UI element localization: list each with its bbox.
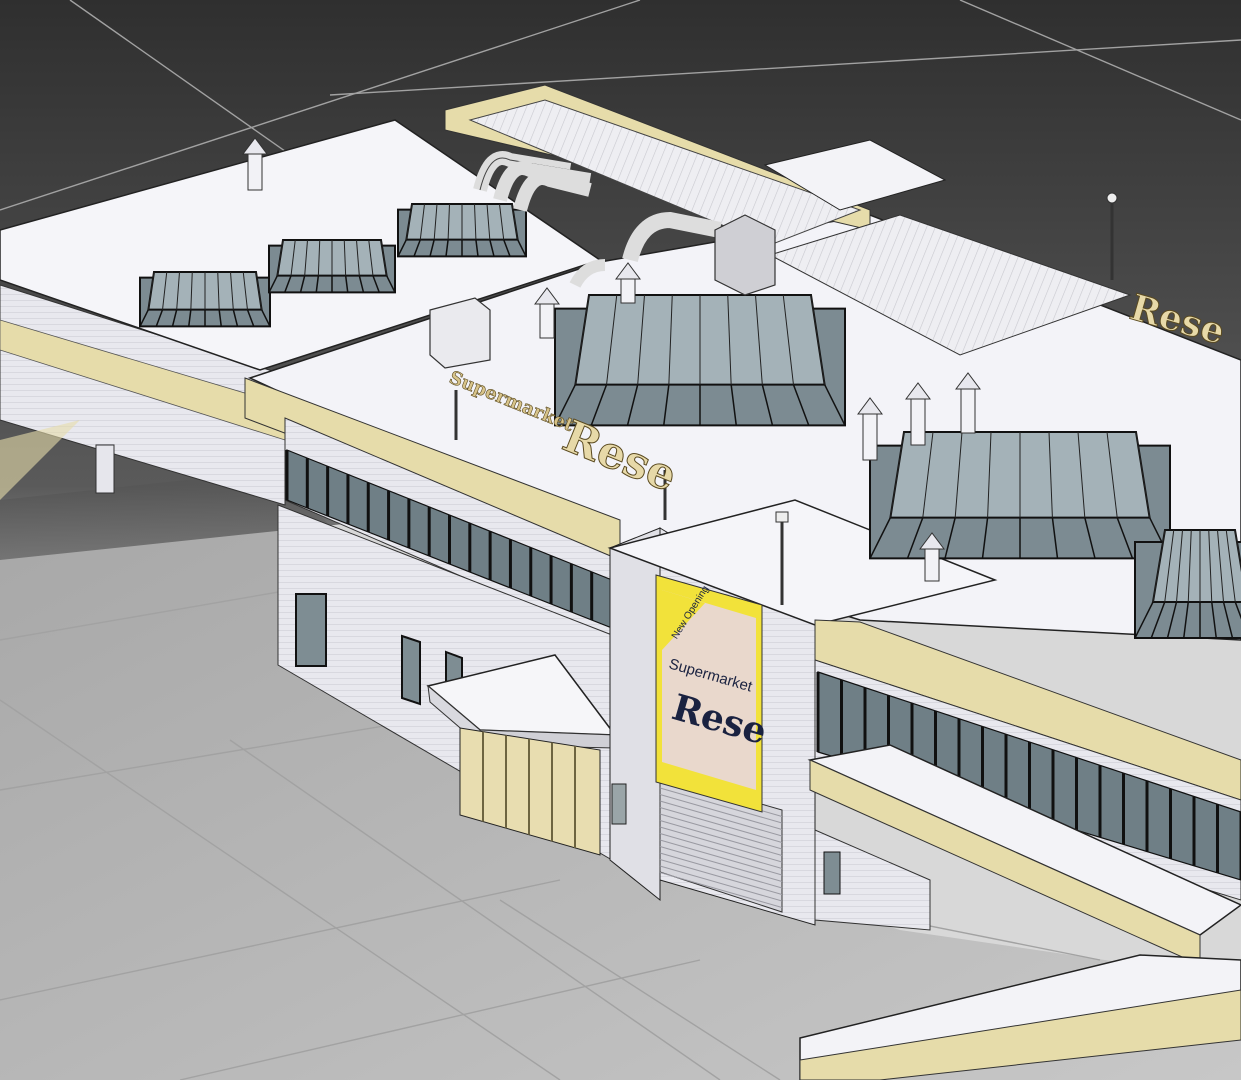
large-skylight — [554, 294, 846, 427]
right-lower-door — [823, 851, 841, 895]
small-skylight — [139, 271, 271, 328]
vent-pipe — [247, 149, 263, 191]
small-skylight — [397, 203, 527, 258]
pillar — [95, 444, 115, 494]
vent-pipe — [862, 409, 878, 461]
small-skylight — [268, 239, 396, 294]
wall-box — [611, 783, 627, 825]
tower-side — [609, 527, 661, 902]
vent-pipe — [539, 299, 555, 339]
vent-pipe — [960, 384, 976, 434]
lamp-head — [1106, 192, 1118, 204]
banner: New Opening Supermarket Rese — [655, 574, 771, 813]
vent-pipe — [924, 544, 940, 582]
large-skylight — [869, 431, 1171, 560]
vent-pipe — [910, 394, 926, 446]
large-skylight — [1134, 529, 1241, 639]
building-render: New Opening Supermarket Rese Supermarket… — [0, 0, 1241, 1080]
lamp-head-2 — [775, 511, 789, 523]
